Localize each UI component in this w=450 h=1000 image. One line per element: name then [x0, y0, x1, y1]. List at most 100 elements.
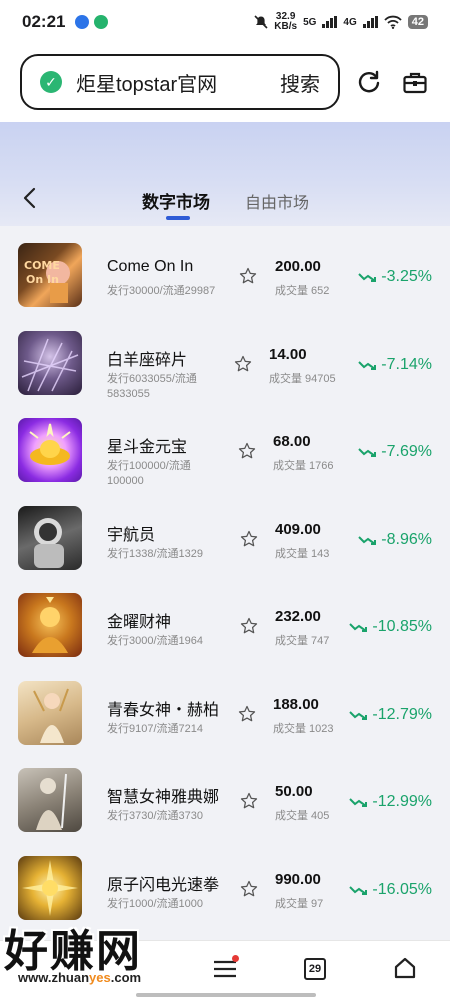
status-time: 02:21	[22, 12, 66, 31]
item-thumbnail	[18, 505, 82, 570]
item-price: 50.00	[275, 783, 313, 800]
tab-free-market[interactable]: 自由市场	[245, 189, 309, 213]
trend-down-icon	[349, 710, 368, 720]
list-item[interactable]: 宇航员 发行1338/流通1329 409.00 成交量 143 -8.96%	[0, 493, 450, 581]
star-icon[interactable]	[239, 791, 259, 811]
active-tab-indicator	[166, 216, 190, 220]
list-item[interactable]: 智慧女神雅典娜 发行3730/流通3730 50.00 成交量 405 -12.…	[0, 755, 450, 843]
item-change: -7.14%	[358, 356, 432, 374]
list-item[interactable]: 青春女神・赫柏 发行9107/流通7214 188.00 成交量 1023 -1…	[0, 668, 450, 756]
item-change: -10.85%	[349, 618, 432, 636]
list-item[interactable]: COME On In Come On In 发行30000/流通29987 200…	[0, 230, 450, 318]
bottom-navigation: 29	[0, 940, 450, 1000]
item-name: 原子闪电光速拳	[107, 876, 220, 894]
star-icon[interactable]	[238, 266, 258, 286]
item-volume: 成交量 1023	[273, 722, 334, 735]
signal-icon	[322, 16, 338, 28]
item-name: Come On In	[107, 258, 194, 275]
item-thumbnail	[18, 768, 82, 832]
svg-text:COME: COME	[24, 259, 60, 272]
item-volume: 成交量 652	[275, 285, 330, 297]
item-name: 智慧女神雅典娜	[107, 789, 220, 806]
trend-down-icon	[358, 448, 377, 457]
list-item[interactable]: 原子闪电光速拳 发行1000/流通1000 990.00 成交量 97 -16.…	[0, 843, 450, 931]
signal-4g-label: 4G	[343, 16, 357, 28]
item-supply: 发行30000/流通29987	[107, 285, 216, 297]
item-price: 68.00	[273, 433, 311, 450]
page-header: 数字市场 自由市场	[0, 122, 450, 226]
wifi-icon	[384, 15, 402, 29]
item-name: 青春女神・赫柏	[107, 701, 220, 719]
trend-down-icon	[349, 798, 368, 807]
app-notification-icon-2	[94, 15, 109, 29]
home-indicator[interactable]	[136, 993, 316, 997]
item-name: 宇航员	[107, 526, 156, 544]
item-thumbnail	[18, 593, 82, 657]
item-price: 188.00	[273, 695, 319, 713]
item-name: 白羊座碎片	[107, 351, 188, 369]
star-icon[interactable]	[237, 441, 257, 461]
item-change: -12.99%	[349, 793, 432, 811]
signal-5g-label: 5G	[303, 16, 317, 28]
item-price: 14.00	[269, 345, 307, 363]
item-name: 金曜财神	[107, 614, 172, 631]
item-thumbnail	[18, 855, 82, 920]
net-speed: 32.9 KB/s	[274, 11, 298, 32]
search-button[interactable]: 搜索	[280, 68, 320, 97]
item-thumbnail: COME On In	[18, 243, 82, 307]
notification-dot	[232, 955, 239, 962]
star-icon[interactable]	[239, 616, 259, 636]
app-notification-icon	[75, 15, 90, 29]
back-arrow-icon[interactable]	[22, 186, 38, 210]
address-bar[interactable]: ✓ 炬星topstar官网 搜索	[20, 54, 340, 110]
item-name: 星斗金元宝	[107, 439, 188, 456]
item-volume: 成交量 143	[275, 547, 330, 560]
item-supply: 发行1000/流通1000	[107, 897, 203, 910]
browser-toolbar: ✓ 炬星topstar官网 搜索	[0, 44, 450, 122]
item-volume: 成交量 405	[275, 810, 330, 822]
star-icon[interactable]	[237, 704, 257, 724]
star-icon[interactable]	[239, 879, 259, 899]
trend-down-icon	[349, 623, 368, 632]
item-supply: 发行100000/流通100000	[107, 460, 191, 487]
tabs-count-button[interactable]: 29	[304, 958, 326, 980]
item-volume: 成交量 747	[275, 635, 330, 647]
market-list: COME On In Come On In 发行30000/流通29987 200…	[0, 230, 450, 930]
item-change: -12.79%	[349, 706, 432, 724]
item-thumbnail	[18, 418, 82, 482]
mute-bell-icon	[254, 15, 268, 29]
svg-text:On In: On In	[26, 273, 59, 286]
item-price: 409.00	[275, 520, 321, 538]
item-change: -16.05%	[349, 881, 432, 899]
tab-digital-market[interactable]: 数字市场	[142, 188, 210, 213]
item-change: -7.69%	[358, 443, 432, 461]
list-item[interactable]: 白羊座碎片 发行6033055/流通5833055 14.00 成交量 9470…	[0, 318, 450, 406]
trend-down-icon	[358, 535, 377, 545]
signal-icon-2	[362, 16, 378, 28]
menu-icon[interactable]	[213, 959, 237, 979]
item-change: -8.96%	[358, 531, 432, 549]
refresh-icon[interactable]	[356, 70, 382, 96]
item-thumbnail	[18, 680, 82, 745]
item-price: 232.00	[275, 608, 321, 625]
list-item[interactable]: 星斗金元宝 发行100000/流通100000 68.00 成交量 1766 -…	[0, 405, 450, 493]
status-bar: 02:21 32.9 KB/s 5G 4G 42	[0, 0, 450, 44]
item-volume: 成交量 97	[275, 897, 324, 910]
star-icon[interactable]	[233, 354, 253, 374]
home-icon[interactable]	[393, 956, 417, 980]
item-volume: 成交量 1766	[273, 460, 334, 472]
item-price: 200.00	[275, 258, 321, 275]
item-price: 990.00	[275, 870, 321, 888]
item-thumbnail	[18, 330, 82, 395]
item-supply: 发行3000/流通1964	[107, 635, 203, 647]
item-supply: 发行9107/流通7214	[107, 722, 203, 735]
toolbox-icon[interactable]	[402, 70, 428, 96]
item-change: -3.25%	[358, 268, 432, 286]
address-text: 炬星topstar官网	[76, 73, 218, 96]
list-item[interactable]: 金曜财神 发行3000/流通1964 232.00 成交量 747 -10.85…	[0, 580, 450, 668]
trend-down-icon	[358, 273, 377, 282]
item-volume: 成交量 94705	[269, 372, 336, 385]
trend-down-icon	[358, 360, 377, 370]
item-supply: 发行6033055/流通5833055	[107, 372, 197, 400]
star-icon[interactable]	[239, 529, 259, 549]
